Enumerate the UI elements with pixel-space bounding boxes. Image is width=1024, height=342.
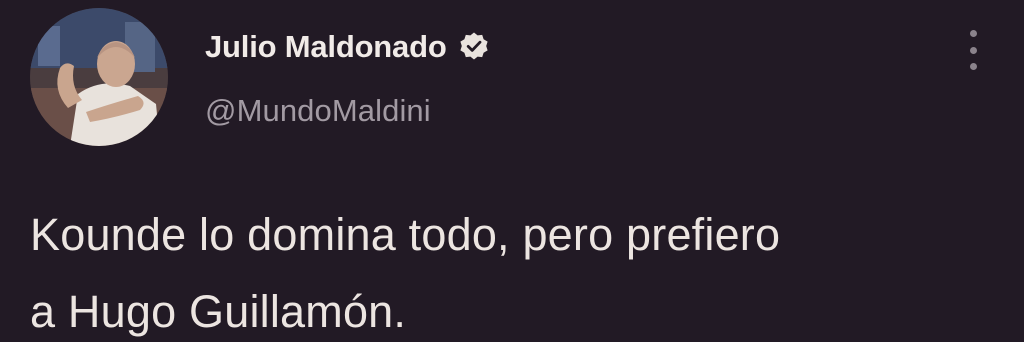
verified-badge-icon — [458, 31, 490, 63]
avatar-photo-icon — [30, 8, 168, 146]
dot — [969, 30, 977, 37]
author-handle[interactable]: @MundoMaldini — [205, 93, 431, 129]
dot — [969, 63, 977, 70]
avatar[interactable] — [30, 8, 168, 146]
tweet-card: Julio Maldonado @MundoMaldini Kounde lo … — [0, 0, 1024, 342]
author-display-name[interactable]: Julio Maldonado — [205, 29, 447, 65]
tweet-text-line-2: a Hugo Guillamón. — [30, 286, 407, 337]
tweet-text-line-1: Kounde lo domina todo, pero prefiero — [30, 209, 781, 260]
author-name-row: Julio Maldonado — [205, 26, 490, 68]
more-options-icon[interactable] — [958, 30, 988, 70]
dot — [969, 46, 977, 54]
tweet-text: Kounde lo domina todo, pero prefiero a H… — [30, 196, 1010, 342]
